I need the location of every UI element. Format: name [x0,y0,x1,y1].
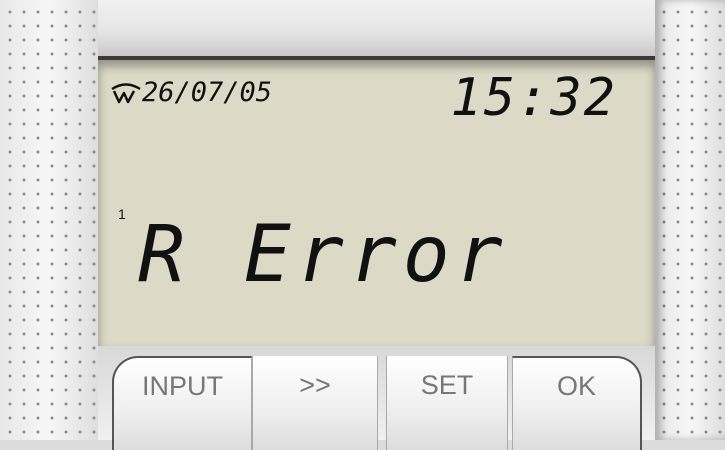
ok-button[interactable]: OK [512,356,642,450]
input-button-label: INPUT [142,370,223,401]
status-message: R Error [138,210,509,300]
input-button[interactable]: INPUT [112,356,252,450]
top-bezel [98,0,655,56]
right-speaker-grille [655,0,725,440]
ok-button-label: OK [556,370,596,401]
lcd-display: 26/07/05 15:32 1 R Error [98,56,655,346]
next-button[interactable]: >> [252,356,378,450]
button-bar: INPUT >> SET OK [98,346,655,450]
set-button[interactable]: SET [386,356,508,450]
time-readout: 15:32 [450,68,617,128]
next-button-label: >> [299,369,331,400]
date-readout: 26/07/05 [142,77,273,108]
device-panel: 26/07/05 15:32 1 R Error INPUT >> SET OK [0,0,725,450]
w-logo-icon [111,83,141,104]
left-speaker-grille [0,0,98,440]
set-button-label: SET [420,369,474,400]
channel-indicator: 1 [118,206,126,222]
